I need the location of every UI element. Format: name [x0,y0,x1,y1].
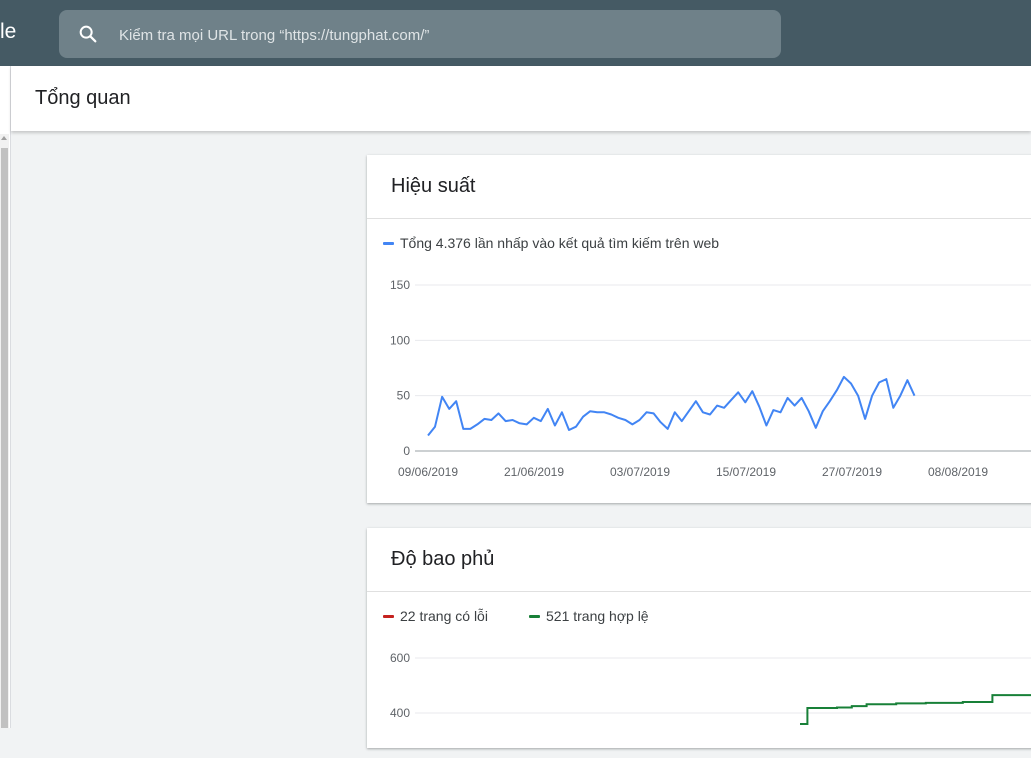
y-tick-label: 600 [390,651,410,665]
x-tick-label: 27/07/2019 [822,465,882,479]
clicks-legend-label: Tổng 4.376 lần nhấp vào kết quả tìm kiếm… [400,235,720,251]
performance-card-title: Hiệu suất [391,175,476,197]
scroll-up-arrow-icon[interactable] [1,136,7,140]
x-tick-label: 21/06/2019 [504,465,564,479]
y-tick-label: 400 [390,706,410,720]
performance-legend: Tổng 4.376 lần nhấp vào kết quả tìm kiếm… [383,235,719,251]
clicks-line-chart[interactable]: 0 50 100 150 09/06/2019 21/06/2019 03/07/2019 1… [367,265,1031,505]
page-title: Tổng quan [35,87,131,109]
y-tick-label: 150 [390,278,410,292]
y-tick-label: 0 [403,444,410,458]
coverage-card-title: Độ bao phủ [391,548,495,570]
top-app-bar: le [0,0,1031,66]
coverage-card[interactable]: Độ bao phủ 22 trang có lỗi 521 trang hợp… [367,528,1031,748]
card-divider [367,591,1031,592]
error-legend-swatch [383,614,394,618]
valid-legend-swatch [529,614,540,618]
product-logo-text[interactable]: le [0,20,16,44]
coverage-line-chart[interactable]: 400 600 [367,638,1031,758]
url-inspection-search[interactable] [59,10,781,58]
y-tick-label: 100 [390,333,410,347]
clicks-series-line [427,375,916,437]
coverage-legend-valid: 521 trang hợp lệ [529,608,649,624]
error-legend-label: 22 trang có lỗi [400,608,488,624]
x-tick-label: 03/07/2019 [610,465,670,479]
card-divider [367,218,1031,219]
clicks-legend-swatch [383,241,394,245]
page-header: Tổng quan [11,66,1031,131]
performance-card[interactable]: Hiệu suất Tổng 4.376 lần nhấp vào kết qu… [367,155,1031,503]
x-tick-label: 09/06/2019 [398,465,458,479]
valid-legend-label: 521 trang hợp lệ [546,608,649,624]
x-tick-label: 08/08/2019 [928,465,988,479]
coverage-legend-error: 22 trang có lỗi [383,608,488,624]
y-tick-label: 50 [397,389,411,403]
search-icon[interactable] [77,23,99,45]
valid-pages-series-line [800,694,1031,725]
nav-scrollbar-thumb[interactable] [1,148,8,728]
x-tick-label: 15/07/2019 [716,465,776,479]
url-inspection-input[interactable] [117,22,761,48]
